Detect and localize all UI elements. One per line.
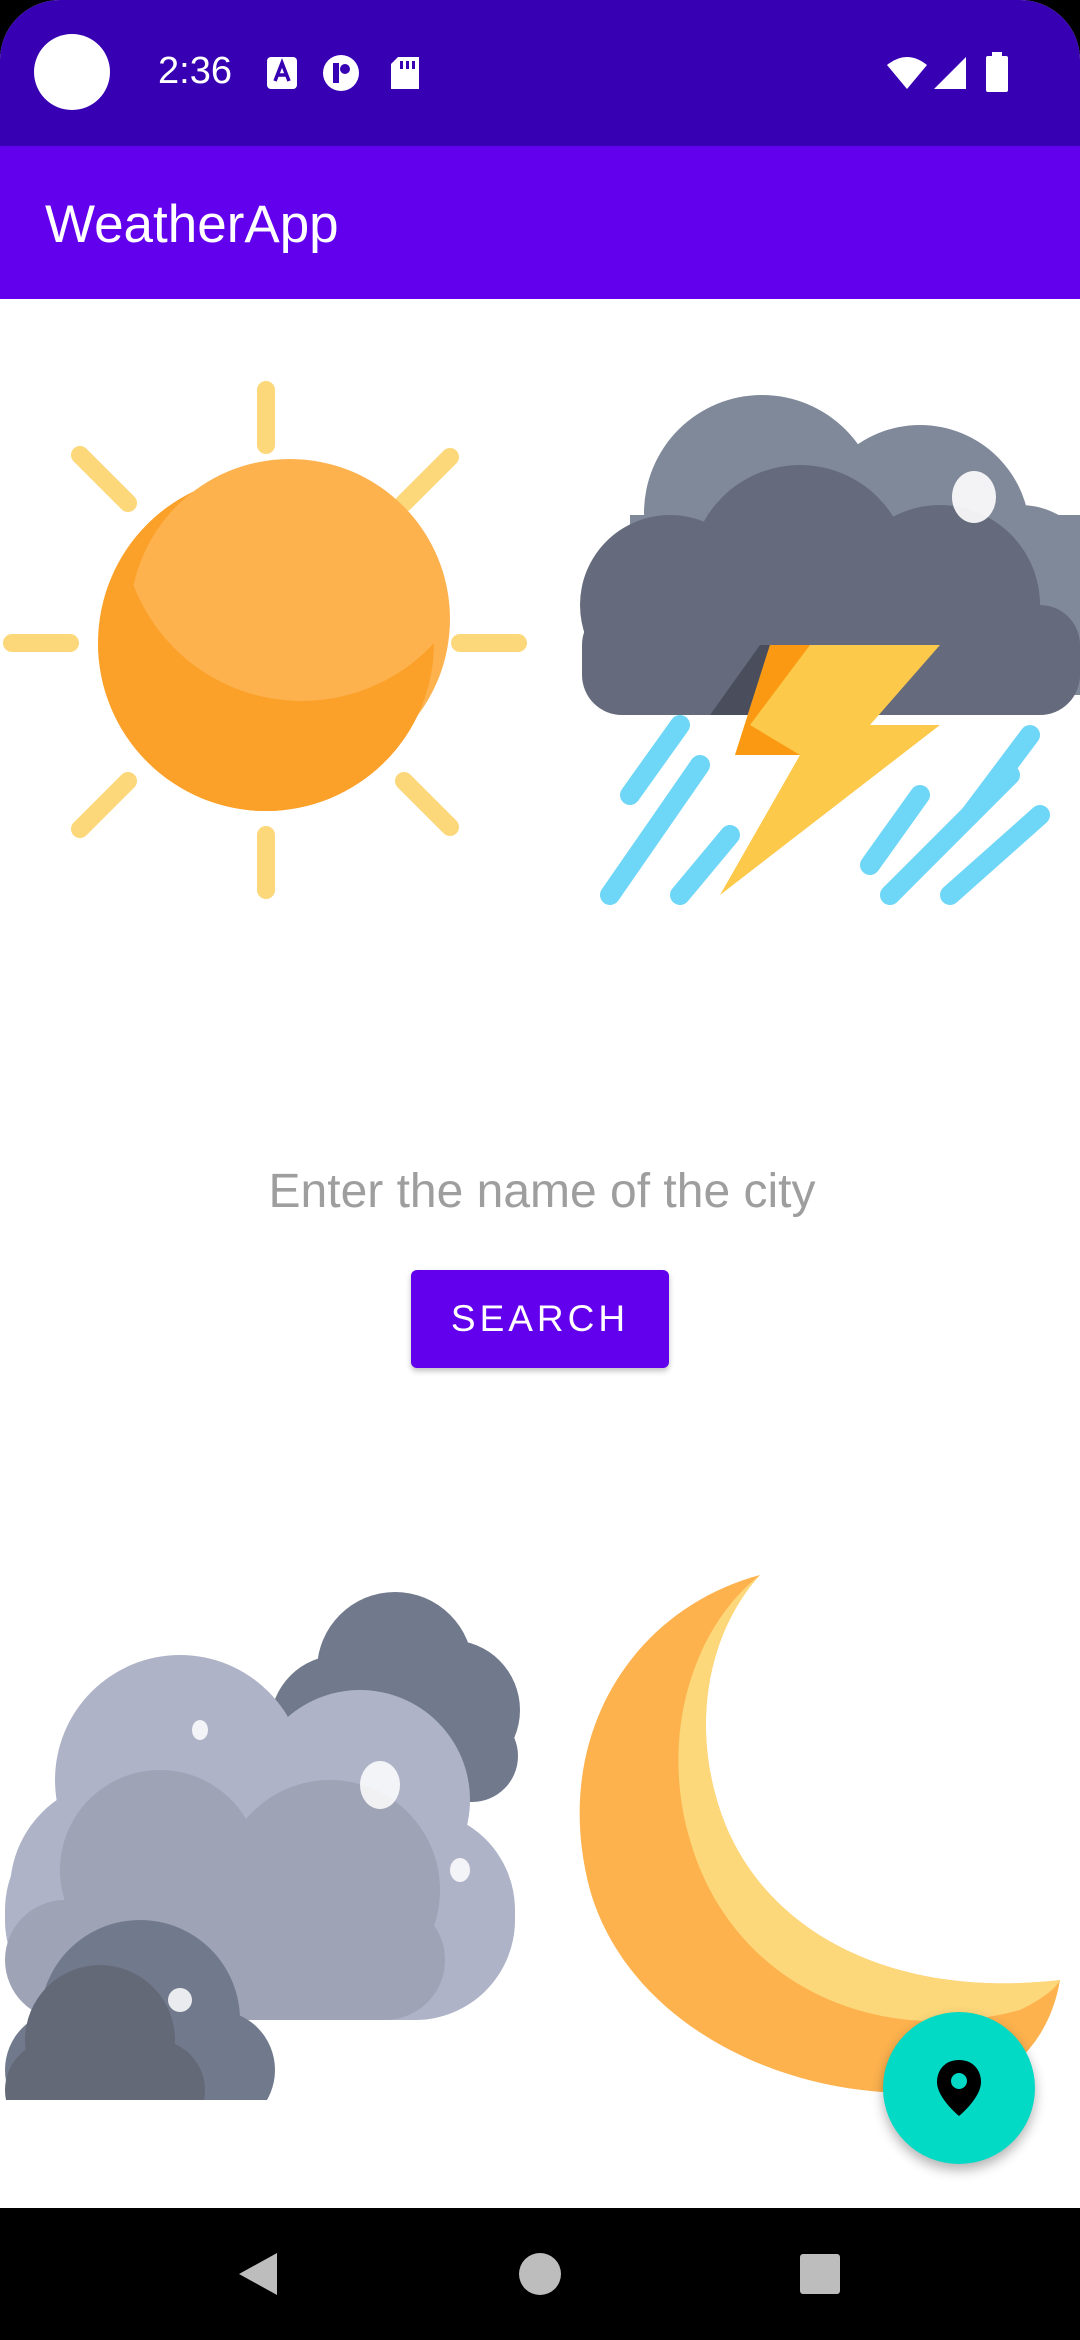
- app-bar: WeatherApp: [0, 146, 1080, 299]
- search-button[interactable]: SEARCH: [411, 1270, 669, 1368]
- a-notification-icon: [267, 57, 297, 89]
- navigation-bar: [0, 2208, 1080, 2340]
- city-name-input[interactable]: [180, 1150, 904, 1232]
- battery-icon: [986, 52, 1008, 92]
- location-pin-icon: [937, 2060, 981, 2116]
- p-notification-icon: [323, 55, 359, 91]
- app-title: WeatherApp: [45, 195, 339, 254]
- location-fab[interactable]: [883, 2012, 1035, 2164]
- sd-card-icon: [391, 57, 419, 89]
- home-button[interactable]: [470, 2208, 610, 2340]
- clouds-icon: [5, 1592, 520, 2100]
- home-icon: [519, 2253, 561, 2295]
- back-icon: [239, 2253, 277, 2295]
- sun-icon: [3, 381, 527, 899]
- status-time: 2:36: [158, 50, 232, 92]
- back-button[interactable]: [188, 2208, 328, 2340]
- recents-icon: [800, 2254, 840, 2294]
- signal-icon: [934, 57, 966, 89]
- screen: 2:36 WeatherApp Enter the name of the ci…: [0, 0, 1080, 2340]
- recents-button[interactable]: [750, 2208, 890, 2340]
- storm-cloud-icon: [580, 395, 1080, 905]
- status-bar: 2:36: [0, 0, 1080, 146]
- camera-cutout: [34, 34, 110, 110]
- wifi-icon: [887, 57, 927, 89]
